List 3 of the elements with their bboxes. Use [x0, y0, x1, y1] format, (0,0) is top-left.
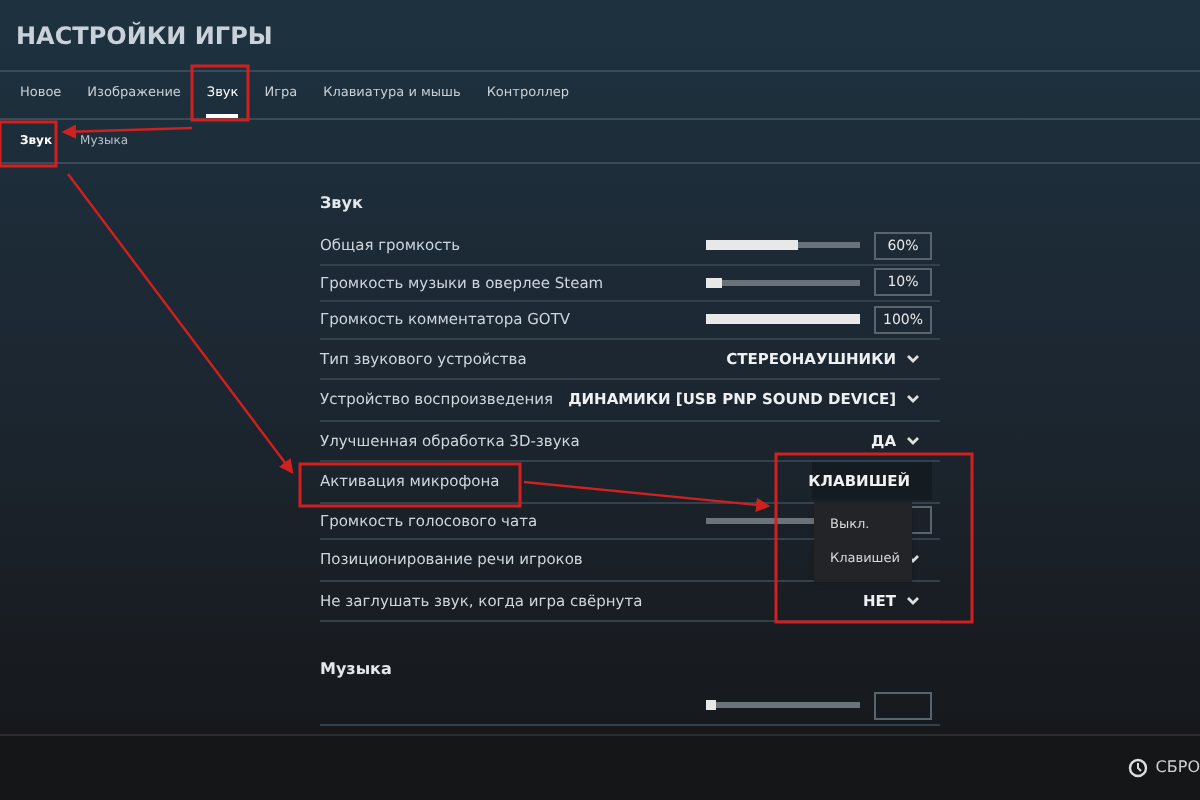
section-title: Музыка: [320, 658, 392, 682]
section-title: Звук: [320, 192, 363, 216]
window-title: НАСТРОЙКИ ИГРЫ: [16, 19, 273, 53]
